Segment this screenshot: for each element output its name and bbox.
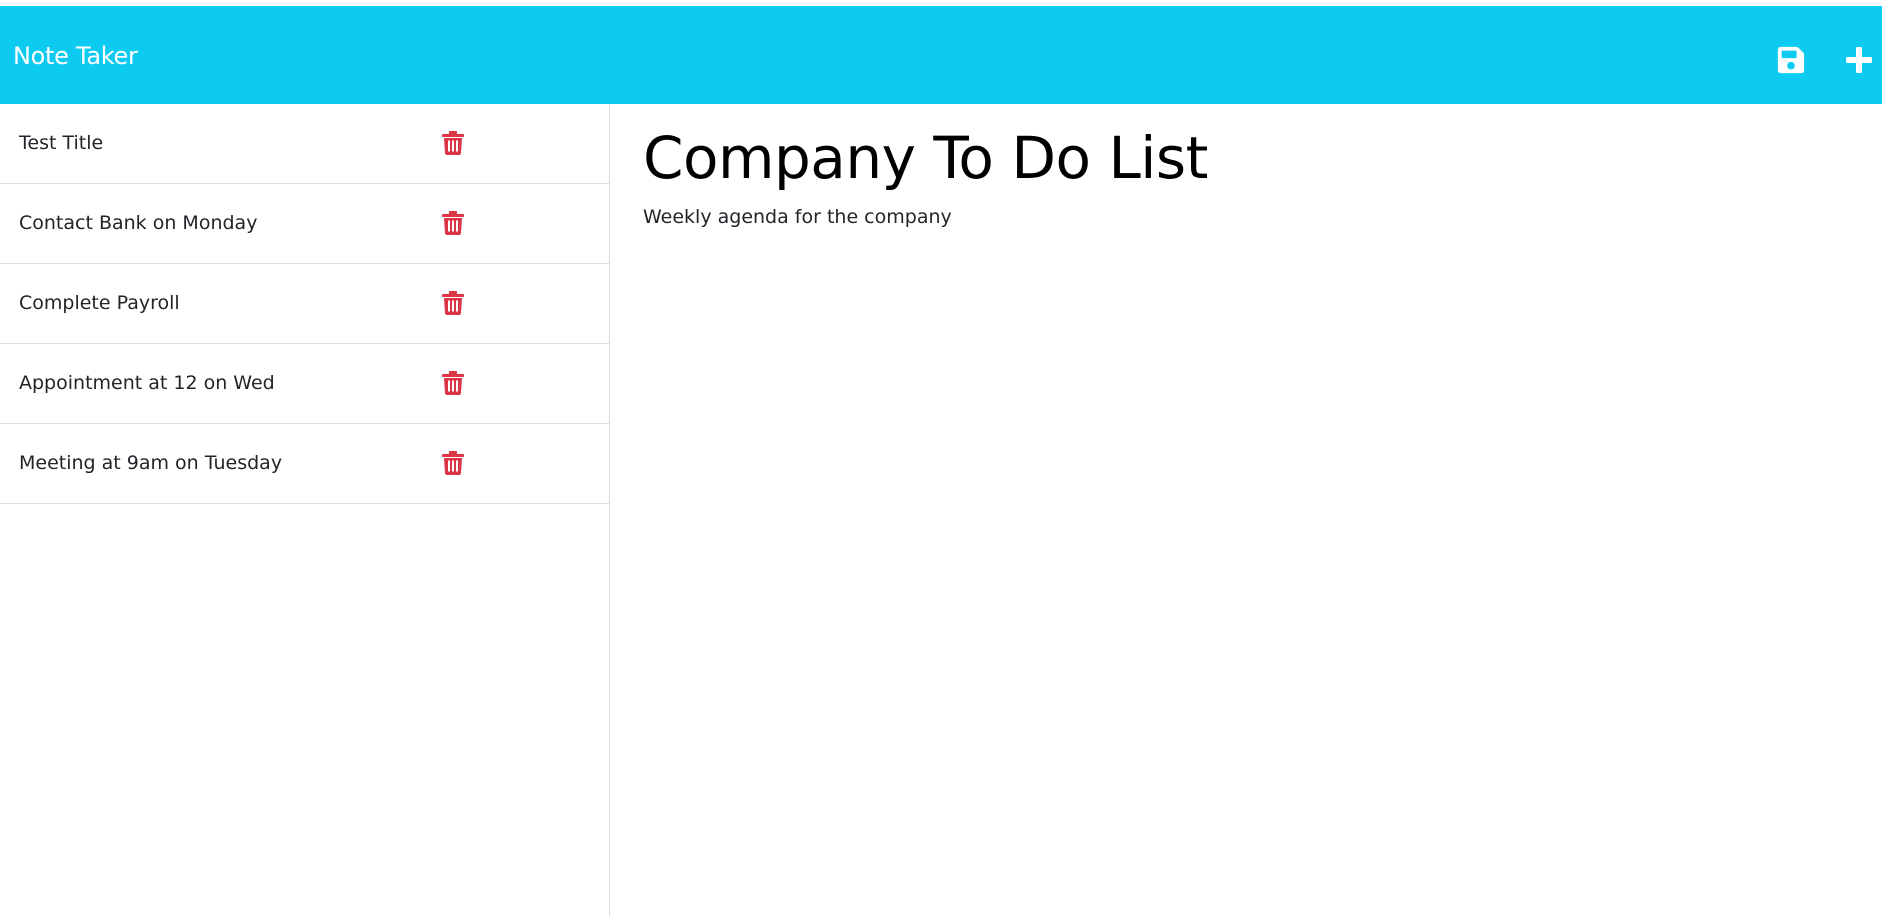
note-editor: Company To Do List Weekly agenda for the… xyxy=(610,104,1882,916)
note-title[interactable]: Complete Payroll xyxy=(19,290,180,316)
list-item[interactable]: Contact Bank on Monday xyxy=(0,184,609,264)
trash-icon[interactable] xyxy=(442,211,464,235)
list-item[interactable]: Test Title xyxy=(0,104,609,184)
note-list-panel: Test Title Contact Bank on Monday Comple… xyxy=(0,104,610,916)
note-textarea[interactable]: Weekly agenda for the company xyxy=(643,204,952,230)
note-title[interactable]: Appointment at 12 on Wed xyxy=(19,370,275,396)
trash-icon[interactable] xyxy=(442,291,464,315)
list-item[interactable]: Complete Payroll xyxy=(0,264,609,344)
trash-icon[interactable] xyxy=(442,131,464,155)
brand-title[interactable]: Note Taker xyxy=(13,42,138,70)
navbar: Note Taker xyxy=(0,6,1882,104)
trash-icon[interactable] xyxy=(442,451,464,475)
list-item[interactable]: Meeting at 9am on Tuesday xyxy=(0,424,609,504)
save-icon[interactable] xyxy=(1776,45,1806,75)
note-title-input[interactable]: Company To Do List xyxy=(643,120,1208,196)
note-title[interactable]: Meeting at 9am on Tuesday xyxy=(19,450,282,476)
note-list: Test Title Contact Bank on Monday Comple… xyxy=(0,104,609,504)
plus-icon[interactable] xyxy=(1845,46,1873,74)
note-title[interactable]: Test Title xyxy=(19,130,103,156)
trash-icon[interactable] xyxy=(442,371,464,395)
note-title[interactable]: Contact Bank on Monday xyxy=(19,210,257,236)
list-item[interactable]: Appointment at 12 on Wed xyxy=(0,344,609,424)
